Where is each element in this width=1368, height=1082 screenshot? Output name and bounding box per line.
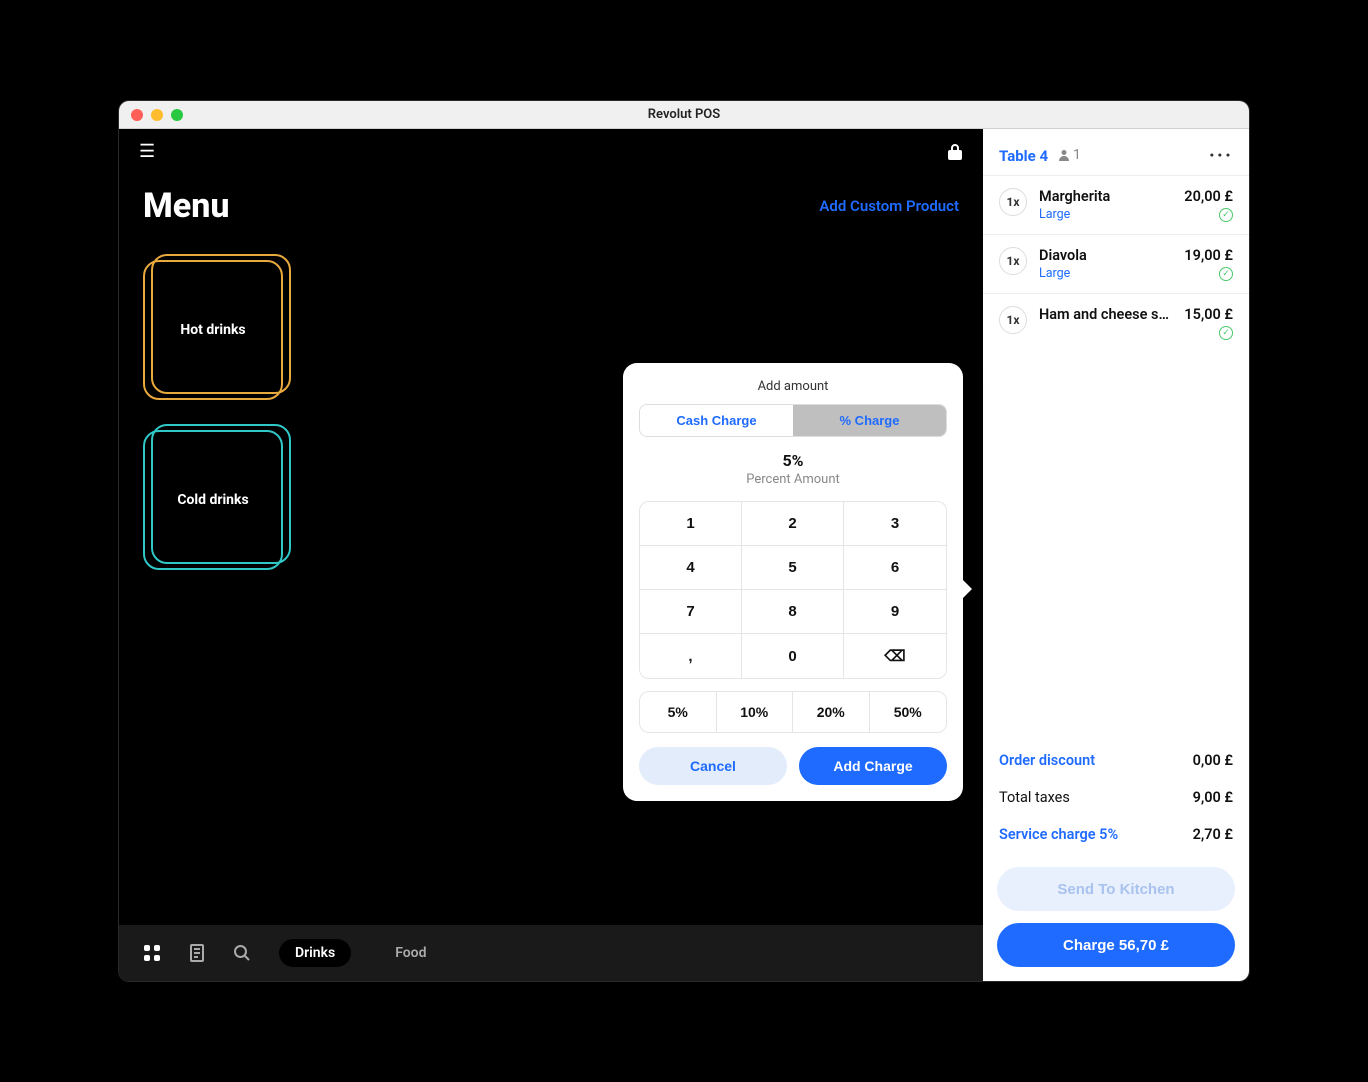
qty-badge: 1x	[999, 247, 1027, 275]
qty-badge: 1x	[999, 306, 1027, 334]
order-item[interactable]: 1x Ham and cheese sa… 15,00 £ ✓	[983, 293, 1249, 352]
add-charge-button[interactable]: Add Charge	[799, 747, 947, 785]
item-price: 15,00 £	[1184, 306, 1233, 323]
key-8[interactable]: 8	[742, 590, 844, 634]
key-7[interactable]: 7	[640, 590, 742, 634]
order-menu-icon[interactable]: ···	[1209, 143, 1233, 167]
preset-50[interactable]: 50%	[870, 692, 947, 732]
search-icon[interactable]	[233, 944, 251, 962]
key-9[interactable]: 9	[844, 590, 946, 634]
grid-icon[interactable]	[143, 944, 161, 962]
add-custom-product-link[interactable]: Add Custom Product	[819, 197, 959, 215]
category-label: Cold drinks	[143, 430, 283, 570]
order-sidebar: Table 4 1 ··· 1x Margherita Large	[983, 129, 1249, 981]
charge-button[interactable]: Charge 56,70 £	[997, 923, 1235, 967]
key-backspace[interactable]: ⌫	[844, 634, 946, 678]
popover-title: Add amount	[639, 379, 947, 394]
menu-icon[interactable]: ☰	[139, 141, 155, 162]
table-label[interactable]: Table 4	[999, 147, 1048, 165]
order-discount-row[interactable]: Order discount 0,00 £	[999, 742, 1233, 779]
total-taxes-row: Total taxes 9,00 £	[999, 779, 1233, 816]
item-variant: Large	[1039, 207, 1172, 222]
item-name: Diavola	[1039, 247, 1172, 264]
tab-percent-charge[interactable]: % Charge	[793, 405, 946, 436]
key-2[interactable]: 2	[742, 502, 844, 546]
bottom-bar: Drinks Food	[119, 925, 983, 981]
window-title: Revolut POS	[119, 107, 1249, 122]
key-comma[interactable]: ,	[640, 634, 742, 678]
item-price: 20,00 £	[1184, 188, 1233, 205]
item-variant: Large	[1039, 266, 1172, 281]
qty-badge: 1x	[999, 188, 1027, 216]
main-panel: ☰ Menu Add Custom Product Hot drinks Col…	[119, 129, 983, 981]
key-0[interactable]: 0	[742, 634, 844, 678]
cancel-button[interactable]: Cancel	[639, 747, 787, 785]
charge-type-toggle: Cash Charge % Charge	[639, 404, 947, 437]
lock-icon[interactable]	[947, 143, 963, 161]
titlebar: Revolut POS	[119, 101, 1249, 129]
order-item[interactable]: 1x Margherita Large 20,00 £ ✓	[983, 175, 1249, 234]
amount-label: Percent Amount	[639, 472, 947, 487]
item-price: 19,00 £	[1184, 247, 1233, 264]
key-5[interactable]: 5	[742, 546, 844, 590]
key-3[interactable]: 3	[844, 502, 946, 546]
charge-popover: Add amount Cash Charge % Charge 5% Perce…	[623, 363, 963, 801]
preset-row: 5% 10% 20% 50%	[639, 691, 947, 733]
tab-food[interactable]: Food	[379, 939, 442, 967]
receipt-icon[interactable]	[189, 944, 205, 962]
item-name: Ham and cheese sa…	[1039, 306, 1172, 323]
amount-display: 5%	[639, 451, 947, 470]
party-size: 1	[1058, 147, 1081, 163]
key-4[interactable]: 4	[640, 546, 742, 590]
preset-10[interactable]: 10%	[717, 692, 794, 732]
key-1[interactable]: 1	[640, 502, 742, 546]
keypad: 1 2 3 4 5 6 7 8 9 , 0 ⌫	[639, 501, 947, 679]
tab-drinks[interactable]: Drinks	[279, 939, 351, 967]
confirmed-icon: ✓	[1219, 267, 1233, 281]
confirmed-icon: ✓	[1219, 326, 1233, 340]
order-item[interactable]: 1x Diavola Large 19,00 £ ✓	[983, 234, 1249, 293]
item-name: Margherita	[1039, 188, 1172, 205]
page-title: Menu	[143, 186, 229, 226]
app-window: Revolut POS ☰ Menu Add Custom Product Ho…	[119, 101, 1249, 981]
key-6[interactable]: 6	[844, 546, 946, 590]
category-hot-drinks[interactable]: Hot drinks	[143, 254, 293, 404]
tab-cash-charge[interactable]: Cash Charge	[640, 405, 793, 436]
preset-5[interactable]: 5%	[640, 692, 717, 732]
preset-20[interactable]: 20%	[793, 692, 870, 732]
service-charge-row[interactable]: Service charge 5% 2,70 £	[999, 816, 1233, 853]
category-label: Hot drinks	[143, 260, 283, 400]
send-to-kitchen-button[interactable]: Send To Kitchen	[997, 867, 1235, 911]
confirmed-icon: ✓	[1219, 208, 1233, 222]
category-cold-drinks[interactable]: Cold drinks	[143, 424, 293, 574]
